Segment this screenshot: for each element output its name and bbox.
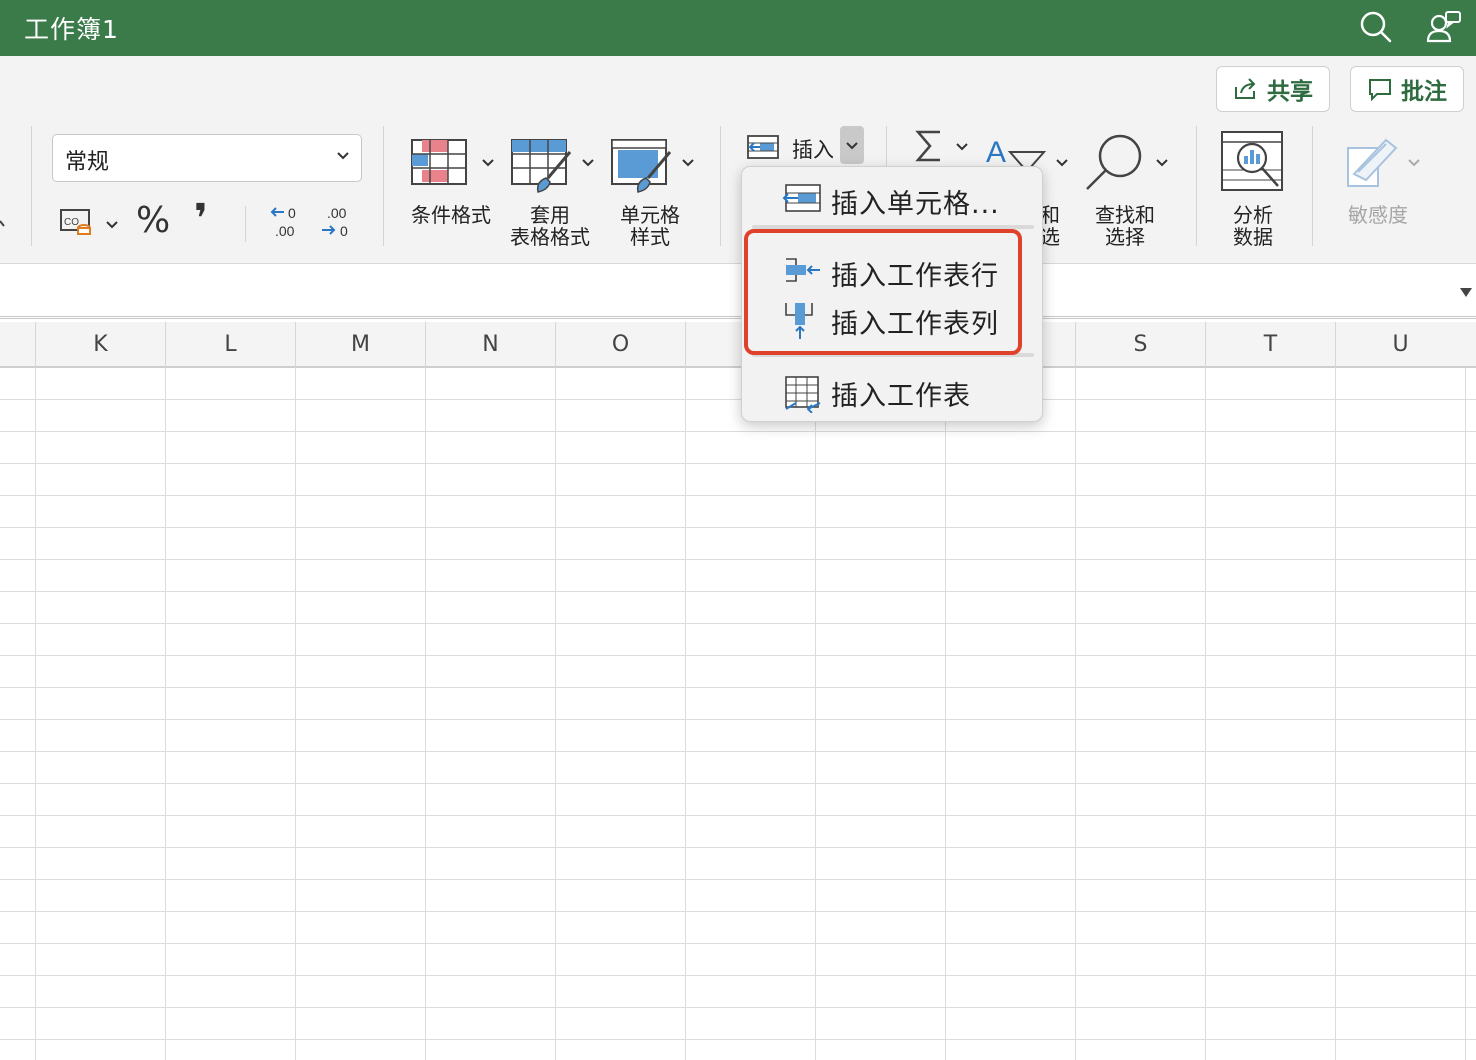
expand-formula-bar-icon[interactable] xyxy=(1458,285,1474,299)
find-select-icon[interactable] xyxy=(1084,132,1146,196)
title-bar: 工作簿1 xyxy=(0,0,1476,56)
find-select-label-line2: 选择 xyxy=(1105,225,1145,249)
sort-filter-label-line2: 选 xyxy=(1040,225,1060,249)
chevron-down-icon[interactable] xyxy=(954,138,970,158)
ribbon: 共享 批注 常规 CO % ❜ 0.00 .00 0 条件格式 套用 表格格式 单 xyxy=(0,56,1476,264)
find-select-label-line1: 查找和 xyxy=(1095,203,1155,227)
svg-text:0: 0 xyxy=(340,223,348,239)
search-icon[interactable] xyxy=(1356,8,1396,48)
insert-button[interactable]: 插入 xyxy=(746,130,842,166)
decrease-decimal-button[interactable]: .00 0 xyxy=(320,204,358,244)
share-icon xyxy=(1235,78,1256,99)
column-header-row: K L M N O P Q R S T U xyxy=(0,322,1476,368)
analyze-data-label: 分析 数据 xyxy=(1218,204,1288,248)
people-icon[interactable] xyxy=(1424,8,1464,48)
svg-text:.00: .00 xyxy=(327,205,347,221)
spreadsheet-grid[interactable] xyxy=(0,368,1476,1060)
conditional-format-icon[interactable] xyxy=(410,138,468,190)
column-header-n[interactable]: N xyxy=(425,322,555,368)
svg-text:0: 0 xyxy=(288,205,296,221)
column-header-k[interactable]: K xyxy=(35,322,165,368)
chevron-down-icon[interactable] xyxy=(1154,154,1170,174)
comment-icon xyxy=(1369,79,1391,101)
formula-bar[interactable] xyxy=(0,265,1476,319)
insert-sheet-icon xyxy=(785,376,821,413)
cell-styles-icon[interactable] xyxy=(610,138,674,198)
chevron-down-icon xyxy=(846,142,858,150)
chevron-down-icon[interactable] xyxy=(1054,154,1070,174)
column-header-l[interactable]: L xyxy=(165,322,295,368)
comment-label: 批注 xyxy=(1401,79,1447,105)
ribbon-divider xyxy=(31,126,32,246)
menu-item-label: 插入单元格... xyxy=(831,189,1000,220)
comma-button[interactable]: ❜ xyxy=(194,196,208,242)
sort-filter-label-line1: 和 xyxy=(1040,203,1060,227)
chevron-down-icon[interactable] xyxy=(1406,154,1422,174)
menu-item-label: 插入工作表 xyxy=(831,381,971,412)
ribbon-divider xyxy=(1196,126,1197,246)
sensitivity-icon[interactable] xyxy=(1344,130,1400,194)
column-header-o[interactable]: O xyxy=(555,322,685,368)
column-header-u[interactable]: U xyxy=(1335,322,1465,368)
column-header-t[interactable]: T xyxy=(1205,322,1335,368)
analyze-data-icon[interactable] xyxy=(1220,130,1286,200)
insert-dropdown-toggle[interactable] xyxy=(840,126,864,164)
ribbon-divider xyxy=(245,206,246,242)
find-select-label: 查找和 选择 xyxy=(1080,204,1170,248)
workbook-title: 工作簿1 xyxy=(24,15,119,44)
menu-item-insert-sheet[interactable]: 插入工作表 xyxy=(742,367,1042,413)
insert-cells-icon xyxy=(782,184,821,212)
highlight-box xyxy=(744,229,1022,355)
svg-text:.00: .00 xyxy=(275,223,295,239)
format-as-table-label: 套用 表格格式 xyxy=(500,204,600,248)
ribbon-divider xyxy=(383,126,384,246)
cell-styles-label-line1: 单元格 xyxy=(620,203,680,227)
column-header-s[interactable]: S xyxy=(1075,322,1205,368)
sensitivity-label: 敏感度 xyxy=(1348,203,1408,227)
svg-text:CO: CO xyxy=(64,217,79,228)
number-format-value: 常规 xyxy=(65,150,110,175)
cell-styles-label-line2: 样式 xyxy=(630,225,670,249)
chevron-down-icon[interactable] xyxy=(680,154,696,174)
comment-button[interactable]: 批注 xyxy=(1350,66,1464,112)
chevron-down-icon[interactable] xyxy=(480,154,496,174)
increase-decimal-button[interactable]: 0.00 xyxy=(268,204,306,244)
format-as-table-label-line2: 表格格式 xyxy=(510,225,590,249)
percent-button[interactable]: % xyxy=(136,200,170,241)
menu-item-insert-cells[interactable]: 插入单元格... xyxy=(742,175,1042,221)
chevron-down-icon[interactable] xyxy=(0,214,8,233)
format-as-table-icon[interactable] xyxy=(510,138,574,198)
cell-styles-label: 单元格 样式 xyxy=(600,204,700,248)
chevron-down-icon xyxy=(337,152,349,160)
svg-text:A: A xyxy=(986,136,1006,169)
format-as-table-label-line1: 套用 xyxy=(530,203,570,227)
analyze-data-label-line2: 数据 xyxy=(1233,225,1273,249)
ribbon-divider xyxy=(1312,126,1313,246)
share-label: 共享 xyxy=(1267,79,1313,105)
insert-label: 插入 xyxy=(792,138,834,162)
sort-filter-label: 和 选 xyxy=(1040,204,1060,248)
share-button[interactable]: 共享 xyxy=(1216,66,1330,112)
column-header-m[interactable]: M xyxy=(295,322,425,368)
insert-cells-icon xyxy=(747,135,779,159)
conditional-format-label: 条件格式 xyxy=(411,203,491,227)
accounting-format-icon[interactable]: CO xyxy=(60,206,96,242)
ribbon-divider xyxy=(720,126,721,246)
number-format-select[interactable]: 常规 xyxy=(52,134,362,182)
chevron-down-icon[interactable] xyxy=(104,216,120,236)
chevron-down-icon[interactable] xyxy=(580,154,596,174)
analyze-data-label-line1: 分析 xyxy=(1233,203,1273,227)
